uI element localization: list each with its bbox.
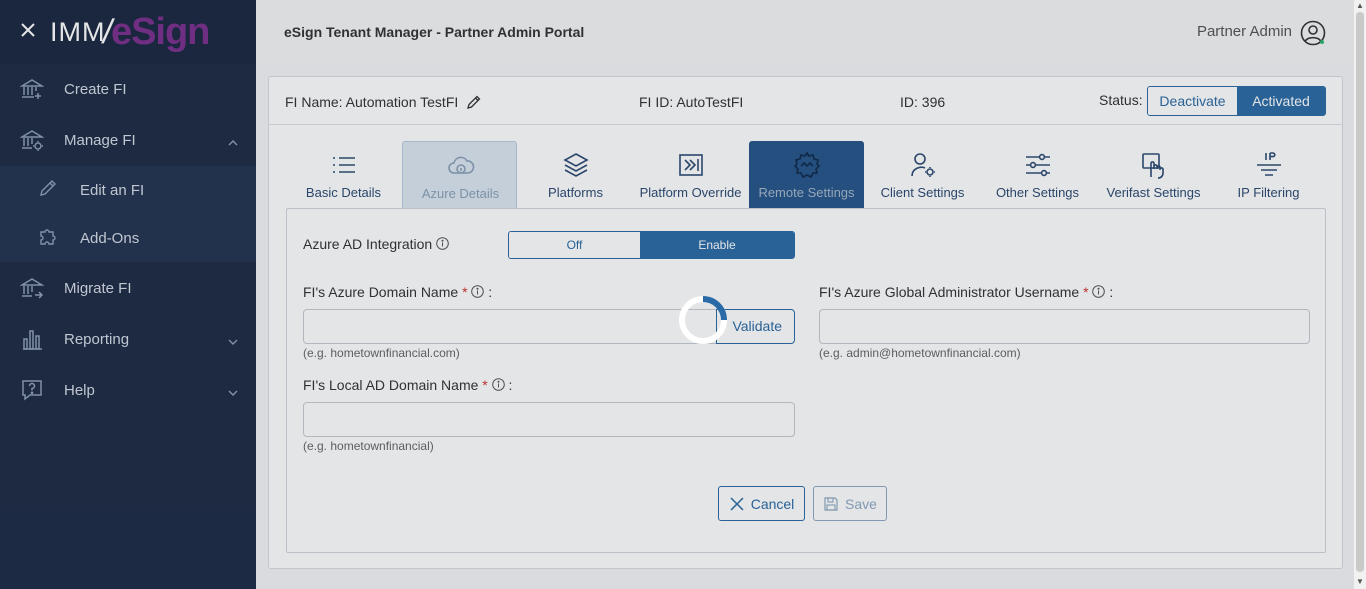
vertical-scrollbar[interactable]: ▲ ▼	[1354, 0, 1366, 589]
loading-spinner-icon	[677, 294, 729, 346]
scrollbar-thumb[interactable]	[1356, 12, 1364, 572]
scroll-down-arrow-icon[interactable]: ▼	[1356, 578, 1364, 586]
scroll-up-arrow-icon[interactable]: ▲	[1356, 2, 1364, 10]
